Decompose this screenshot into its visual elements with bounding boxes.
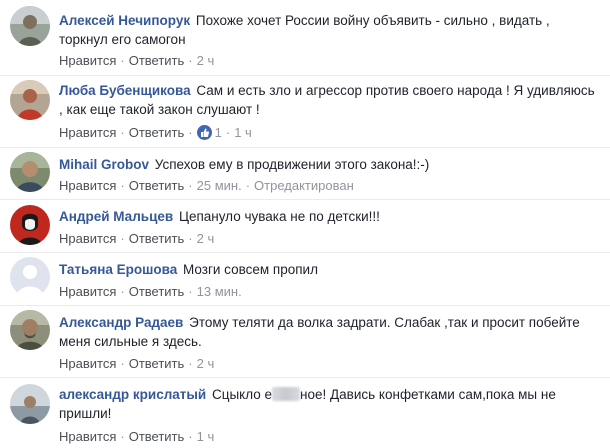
reply-link[interactable]: Ответить <box>129 356 185 371</box>
avatar[interactable] <box>10 384 50 424</box>
user-photo-icon <box>10 384 50 424</box>
comment-author[interactable]: Люба Бубенщикова <box>59 83 191 98</box>
reply-link[interactable]: Ответить <box>129 125 185 140</box>
comment-actions: Нравится · Ответить · 13 мин. <box>59 283 242 301</box>
comment-time[interactable]: 2 ч <box>197 356 215 371</box>
separator: · <box>120 125 125 140</box>
comment-text: Мозги совсем пропил <box>183 262 318 277</box>
like-link[interactable]: Нравится <box>59 125 116 140</box>
comment-actions: Нравится · Ответить · 1 ч <box>59 428 214 446</box>
comment-author[interactable]: Алексей Нечипорук <box>59 13 190 28</box>
separator: · <box>120 356 125 371</box>
separator: · <box>188 125 193 140</box>
divider <box>0 305 610 306</box>
comment-author[interactable]: Mihail Grobov <box>59 157 149 172</box>
comment-actions: Нравится · Ответить · 25 мин. · Отредактирован <box>59 177 354 195</box>
avatar[interactable] <box>10 205 50 245</box>
like-link[interactable]: Нравится <box>59 429 116 444</box>
comment-body: александр крислатый Сцыкло е ное! Давись … <box>59 385 602 423</box>
comment-body: Люба Бубенщикова Сам и есть зло и агресс… <box>59 81 602 119</box>
comment-actions: Нравится · Ответить · 1 · 1 ч <box>59 124 252 142</box>
separator: · <box>188 178 193 193</box>
separator: · <box>188 284 193 299</box>
like-link[interactable]: Нравится <box>59 284 116 299</box>
separator: · <box>120 284 125 299</box>
comment-actions: Нравится · Ответить · 2 ч <box>59 230 214 248</box>
comment-body: Александр Радаев Этому теляти да волка з… <box>59 313 602 351</box>
divider <box>0 147 610 148</box>
separator: · <box>188 356 193 371</box>
divider <box>0 199 610 200</box>
divider <box>0 377 610 378</box>
reply-link[interactable]: Ответить <box>129 429 185 444</box>
comment-body: Татьяна Ерошова Мозги совсем пропил <box>59 260 602 279</box>
comment-time[interactable]: 1 ч <box>197 429 215 444</box>
comment-actions: Нравится · Ответить · 2 ч <box>59 355 214 373</box>
avatar[interactable] <box>10 152 50 192</box>
comment-body: Mihail Grobov Успехов ему в продвижении … <box>59 155 602 174</box>
like-link[interactable]: Нравится <box>59 178 116 193</box>
separator: · <box>188 429 193 444</box>
comment-author[interactable]: Татьяна Ерошова <box>59 262 177 277</box>
comment-text-start: Сцыкло е <box>212 387 273 402</box>
avatar[interactable] <box>10 6 50 46</box>
comment-author[interactable]: Александр Радаев <box>59 315 183 330</box>
user-photo-icon <box>10 80 50 120</box>
user-photo-icon <box>10 152 50 192</box>
separator: · <box>188 53 193 68</box>
like-count[interactable]: 1 <box>215 125 222 140</box>
comment-actions: Нравится · Ответить · 2 ч <box>59 52 214 70</box>
separator: · <box>188 231 193 246</box>
comment-author[interactable]: Андрей Мальцев <box>59 209 173 224</box>
avatar[interactable] <box>10 257 50 297</box>
avatar[interactable] <box>10 310 50 350</box>
reply-link[interactable]: Ответить <box>129 178 185 193</box>
default-avatar-icon <box>10 257 50 297</box>
thumbs-up-icon[interactable] <box>196 125 212 140</box>
divider <box>0 75 610 76</box>
separator: · <box>120 53 125 68</box>
comment-body: Андрей Мальцев Цепануло чувака не по дет… <box>59 207 602 226</box>
user-photo-icon <box>10 205 50 245</box>
separator: · <box>120 429 125 444</box>
censored-blur <box>272 387 301 401</box>
comment-time[interactable]: 25 мин. <box>197 178 242 193</box>
reply-link[interactable]: Ответить <box>129 53 185 68</box>
reply-link[interactable]: Ответить <box>129 284 185 299</box>
reply-link[interactable]: Ответить <box>129 231 185 246</box>
like-link[interactable]: Нравится <box>59 231 116 246</box>
comment-time[interactable]: 2 ч <box>197 53 215 68</box>
user-photo-icon <box>10 310 50 350</box>
like-link[interactable]: Нравится <box>59 53 116 68</box>
separator: · <box>120 178 125 193</box>
user-photo-icon <box>10 6 50 46</box>
comment-author[interactable]: александр крислатый <box>59 387 206 402</box>
avatar[interactable] <box>10 80 50 120</box>
separator: · <box>120 231 125 246</box>
comment-time[interactable]: 1 ч <box>234 125 252 140</box>
comment-text: Успехов ему в продвижении этого закона!:… <box>154 157 430 172</box>
separator: · <box>245 178 251 193</box>
comment-text: Цепануло чувака не по детски!!! <box>178 209 380 224</box>
comment-time[interactable]: 13 мин. <box>197 284 242 299</box>
comment-time[interactable]: 2 ч <box>197 231 215 246</box>
divider <box>0 252 610 253</box>
like-link[interactable]: Нравится <box>59 356 116 371</box>
edited-label[interactable]: Отредактирован <box>254 178 354 193</box>
comment-body: Алексей Нечипорук Похоже хочет России во… <box>59 11 602 49</box>
separator: · <box>225 125 231 140</box>
